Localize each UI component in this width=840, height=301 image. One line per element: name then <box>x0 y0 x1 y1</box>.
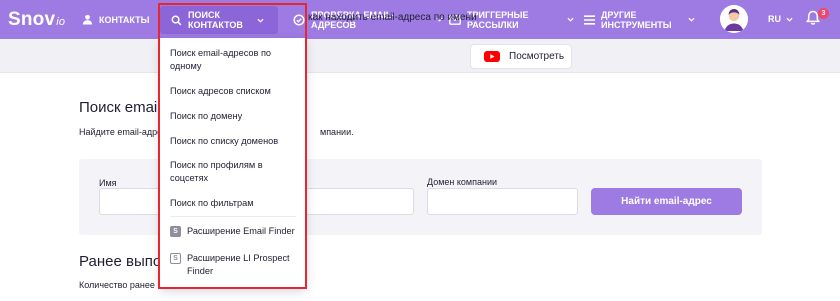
menu-item-li-prospect-finder-extension[interactable]: S Расширение LI Prospect Finder <box>170 252 300 278</box>
language-label: RU <box>768 14 781 24</box>
previous-searches-heading: Ранее выпол <box>79 253 170 270</box>
menu-item-filter-search[interactable]: Поиск по фильтрам <box>170 197 298 210</box>
last-name-input[interactable] <box>302 188 414 215</box>
menu-item-domain-search[interactable]: Поиск по домену <box>170 110 298 123</box>
extension-s-outline-icon: S <box>170 253 181 264</box>
company-domain-label: Домен компании <box>427 177 498 187</box>
chevron-down-icon <box>566 17 574 22</box>
first-name-input[interactable] <box>99 188 163 215</box>
find-email-button[interactable]: Найти email-адрес <box>591 188 742 215</box>
user-icon <box>80 13 94 27</box>
company-domain-input[interactable] <box>427 188 578 215</box>
page-description-end: мпании. <box>320 127 354 137</box>
nav-other-tools[interactable]: ДРУГИЕ ИНСТРУМЕНТЫ <box>582 0 695 39</box>
snovio-logo[interactable]: Snovio <box>8 9 65 31</box>
youtube-icon <box>484 51 500 62</box>
menu-item-domain-list-search[interactable]: Поиск по списку доменов <box>170 135 298 148</box>
watch-video-label: Посмотреть <box>509 51 565 62</box>
menu-item-label: Расширение LI Prospect Finder <box>187 253 290 276</box>
avatar[interactable] <box>720 5 748 33</box>
notification-count-badge: 3 <box>818 8 829 19</box>
menu-item-email-finder-extension[interactable]: S Расширение Email Finder <box>170 225 300 238</box>
watch-video-button[interactable]: Посмотреть <box>470 44 572 69</box>
menu-item-bulk-email-search[interactable]: Поиск адресов списком <box>170 85 298 98</box>
chevron-down-icon <box>687 17 695 22</box>
menu-item-single-email-search[interactable]: Поиск email-адресов по одному <box>170 47 298 73</box>
info-strip-text: как находить email-адреса по имени <box>308 12 477 23</box>
page-description: Найдите email-адре <box>79 127 163 137</box>
check-circle-icon <box>292 13 306 27</box>
chevron-down-icon <box>786 17 793 22</box>
nav-tools-label: ДРУГИЕ ИНСТРУМЕНТЫ <box>601 9 672 30</box>
chevron-down-icon <box>257 18 264 23</box>
info-strip <box>0 39 840 73</box>
search-contacts-dropdown: Поиск email-адресов по одному Поиск адре… <box>160 38 306 288</box>
language-selector[interactable]: RU <box>768 14 793 24</box>
menu-divider <box>170 216 296 217</box>
menu-item-label: Расширение Email Finder <box>187 226 295 236</box>
menu-icon <box>582 13 596 27</box>
page-title: Поиск email- <box>79 99 166 116</box>
first-name-label: Имя <box>99 178 117 188</box>
nav-contacts[interactable]: КОНТАКТЫ <box>80 0 167 39</box>
nav-search-contacts[interactable]: ПОИСК КОНТАКТОВ <box>160 6 278 34</box>
menu-item-social-profile-search[interactable]: Поиск по профилям в соцсетях <box>170 159 298 185</box>
nav-contacts-label: КОНТАКТЫ <box>99 14 150 25</box>
extension-s-icon: S <box>170 226 181 237</box>
nav-search-label: ПОИСК КОНТАКТОВ <box>188 10 243 30</box>
search-icon <box>169 13 183 27</box>
